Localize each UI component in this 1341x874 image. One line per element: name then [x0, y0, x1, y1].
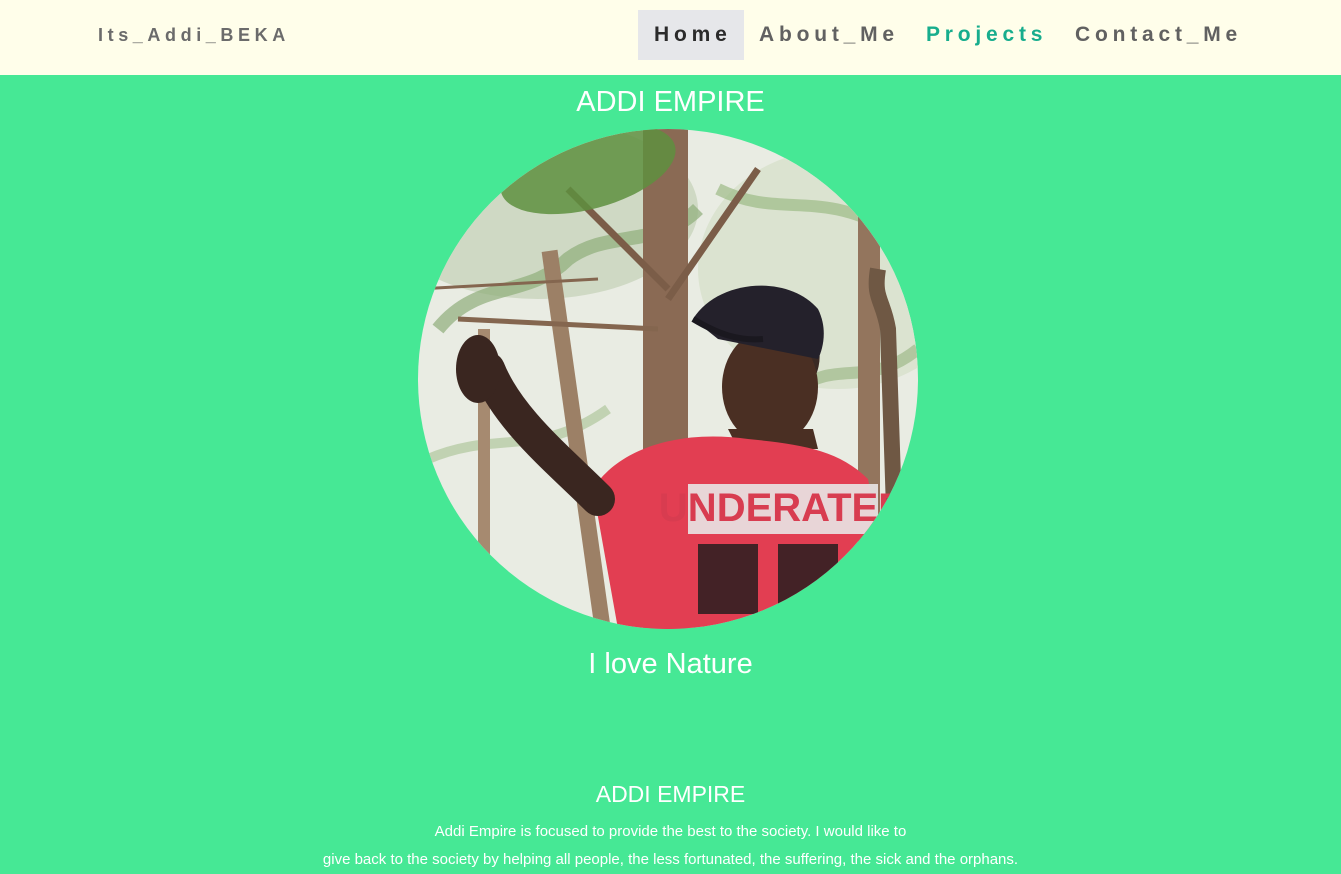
tagline: I love Nature	[588, 648, 753, 680]
nav-link-projects[interactable]: Projects	[926, 10, 1047, 60]
nav-link-home[interactable]: Home	[638, 10, 744, 60]
about-text-line: give back to the society by helping all …	[322, 851, 1019, 868]
nav-link-about-me[interactable]: About_Me	[759, 10, 899, 60]
shirt-print-text: UNDERATED	[659, 486, 907, 530]
nav-link-contact-me[interactable]: Contact_Me	[1075, 10, 1242, 60]
profile-photo-illustration: UNDERATED	[418, 129, 918, 629]
about-text-line: Addi Empire is focused to provide the be…	[434, 823, 907, 840]
hero-title: ADDI EMPIRE	[576, 86, 765, 118]
about-section-title: ADDI EMPIRE	[595, 781, 746, 807]
about-section-text: Addi Empire is focused to provide the be…	[0, 818, 1341, 874]
brand-logo-link[interactable]: Its_Addi_BEKA	[98, 25, 290, 46]
top-navbar: Its_Addi_BEKA Home About_Me Projects Con…	[0, 0, 1341, 75]
profile-photo: UNDERATED	[418, 129, 918, 629]
